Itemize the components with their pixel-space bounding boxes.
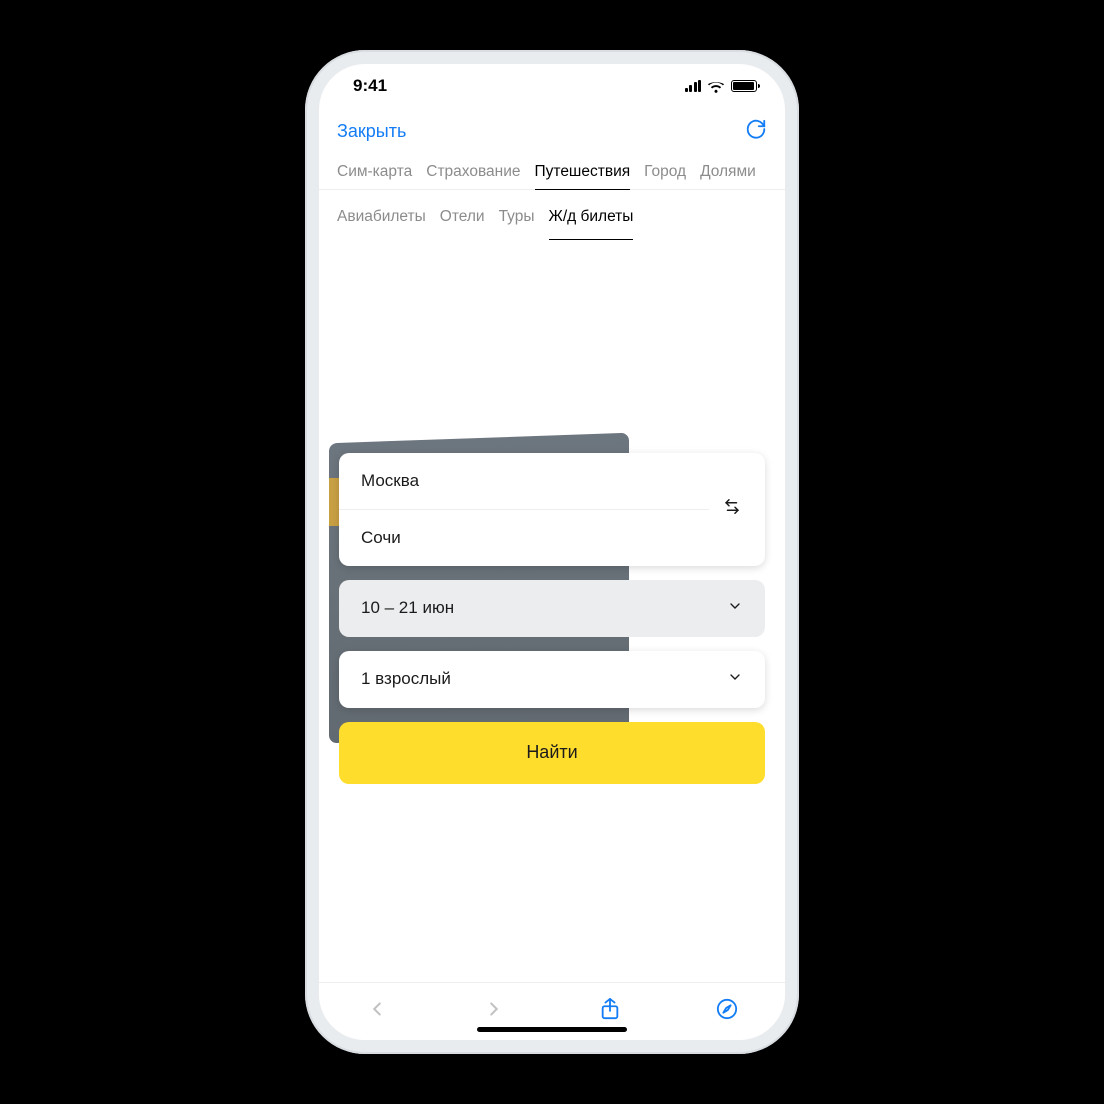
tab-travel[interactable]: Путешествия: [535, 154, 631, 190]
hero-subtitle: Вернем до 5% от стоимости билетов при оп…: [339, 360, 765, 401]
compass-icon: [716, 998, 738, 1020]
chevron-down-icon: [727, 669, 743, 690]
reload-button[interactable]: [745, 118, 767, 145]
compass-button[interactable]: [706, 992, 748, 1031]
nav-bar: Закрыть: [319, 108, 785, 154]
tab-train[interactable]: Ж/д билеты: [549, 194, 634, 240]
hero-section: Ж/д билеты с кэшбэком Вернем до 5% от ст…: [319, 240, 785, 982]
to-input[interactable]: Сочи: [339, 509, 709, 566]
chevron-left-icon: [366, 998, 388, 1020]
tab-sim[interactable]: Сим-карта: [337, 163, 412, 181]
close-button[interactable]: Закрыть: [337, 121, 406, 142]
tab-flights[interactable]: Авиабилеты: [337, 208, 426, 226]
tab-tours[interactable]: Туры: [499, 208, 535, 226]
dates-value: 10 – 21 июн: [361, 598, 454, 618]
chevron-right-icon: [483, 998, 505, 1020]
tab-hotels[interactable]: Отели: [440, 208, 485, 226]
dates-selector[interactable]: 10 – 21 июн: [339, 580, 765, 637]
tab-city[interactable]: Город: [644, 163, 686, 181]
status-time: 9:41: [353, 76, 387, 96]
from-input[interactable]: Москва: [339, 453, 765, 509]
search-form: Москва Сочи 10 – 21 июн 1 взрослый: [339, 453, 765, 784]
battery-icon: [731, 80, 757, 92]
wifi-icon: [707, 79, 725, 93]
phone-frame: 9:41 Закрыть Сим-карта Страх: [305, 50, 799, 1054]
hero-title: Ж/д билеты с кэшбэком: [339, 314, 765, 346]
swap-icon: [723, 498, 741, 516]
share-button[interactable]: [589, 991, 631, 1032]
route-card: Москва Сочи: [339, 453, 765, 566]
share-icon: [599, 997, 621, 1021]
screen: 9:41 Закрыть Сим-карта Страх: [319, 64, 785, 1040]
passengers-value: 1 взрослый: [361, 669, 451, 689]
cellular-signal-icon: [685, 80, 702, 92]
secondary-tabs: Авиабилеты Отели Туры Ж/д билеты: [319, 194, 785, 240]
primary-tabs: Сим-карта Страхование Путешествия Город …: [319, 154, 785, 190]
home-indicator[interactable]: [477, 1027, 627, 1032]
status-icons: [685, 79, 758, 93]
forward-button[interactable]: [473, 992, 515, 1031]
status-bar: 9:41: [319, 64, 785, 108]
back-button[interactable]: [356, 992, 398, 1031]
tab-insurance[interactable]: Страхование: [426, 163, 520, 181]
swap-button[interactable]: [717, 492, 747, 527]
search-button[interactable]: Найти: [339, 722, 765, 784]
passengers-selector[interactable]: 1 взрослый: [339, 651, 765, 708]
tab-installments[interactable]: Долями: [700, 163, 756, 181]
chevron-down-icon: [727, 598, 743, 619]
